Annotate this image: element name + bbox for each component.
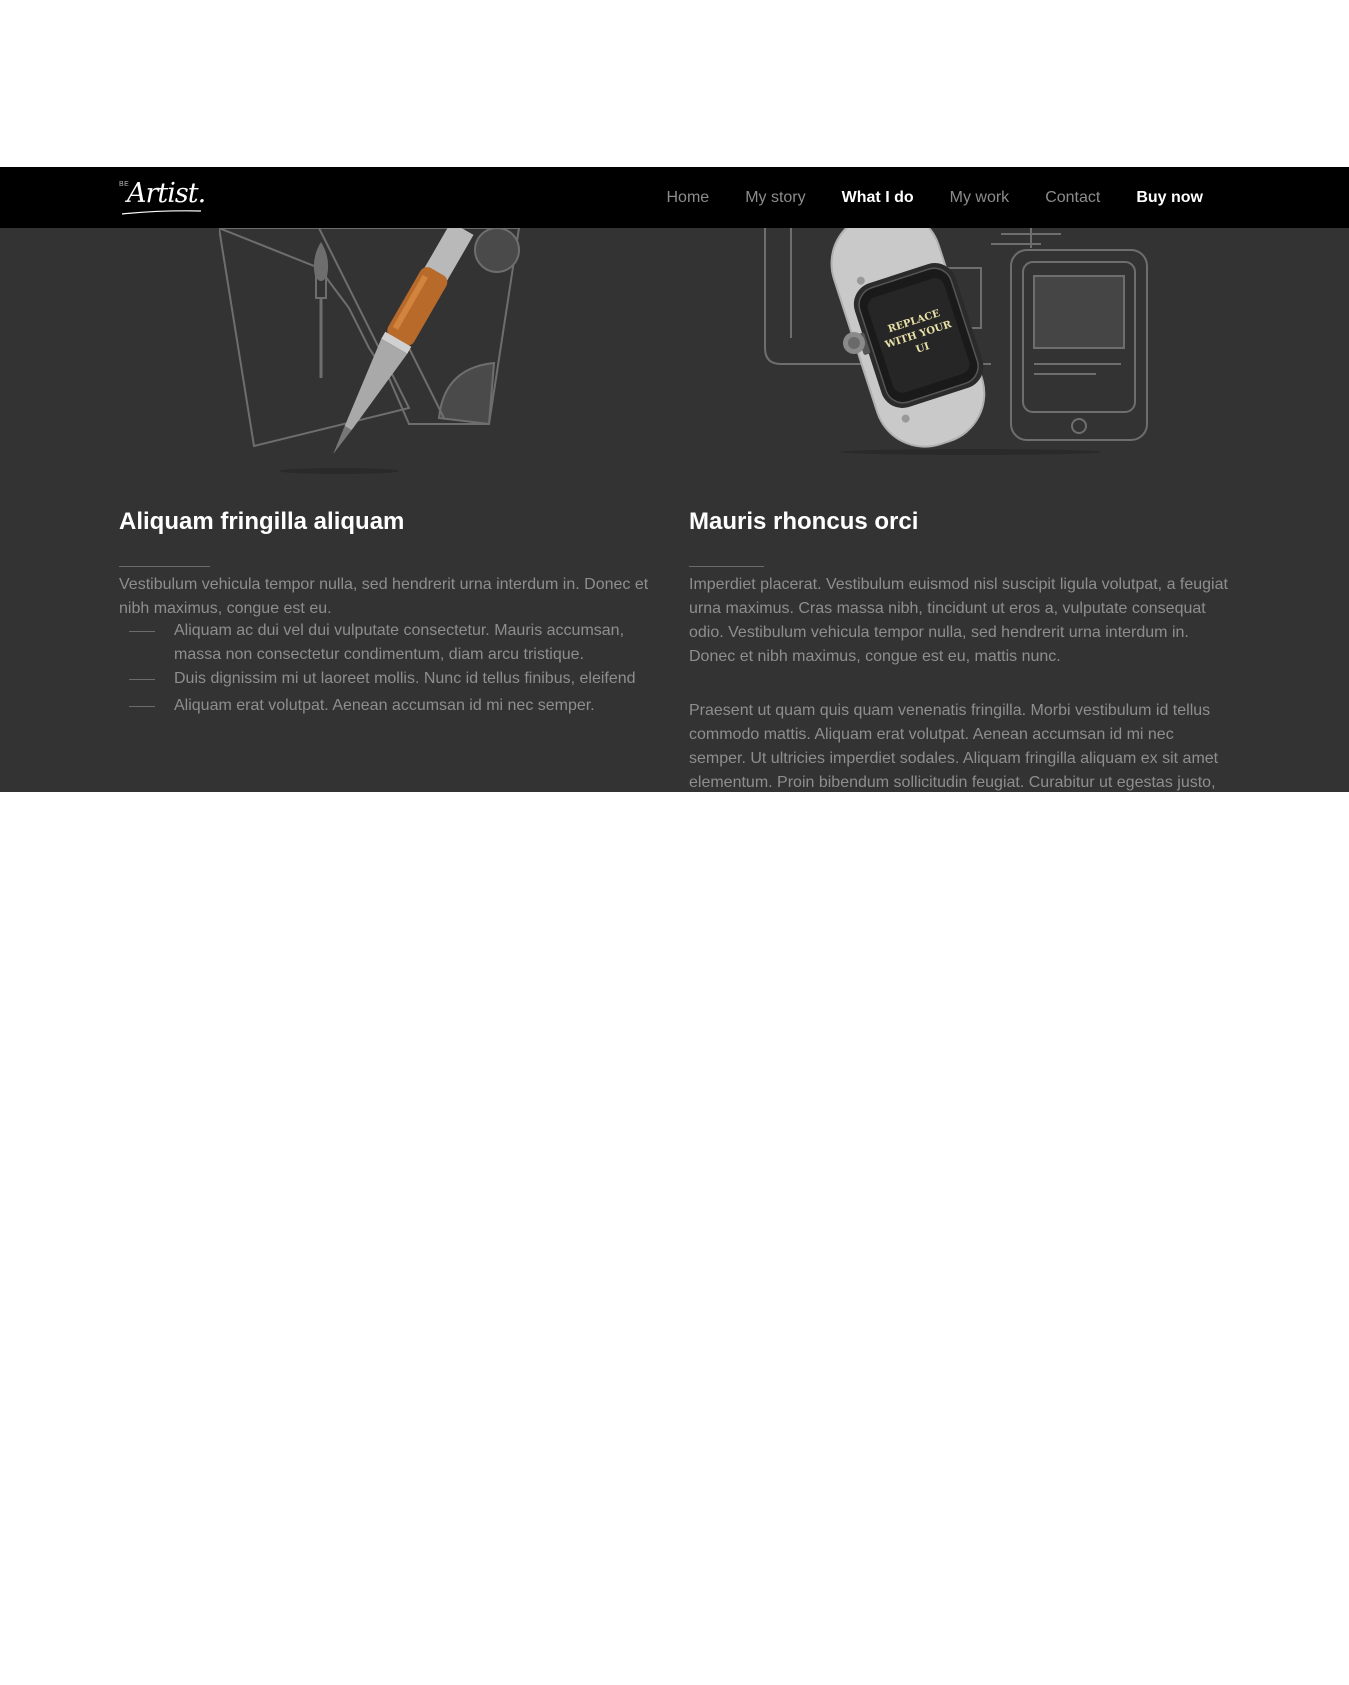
list-item: Aliquam ac dui vel dui vulputate consect…	[119, 619, 664, 667]
pen-illustration	[219, 228, 521, 474]
list-item: Aliquam erat volutpat. Aenean accumsan i…	[119, 694, 664, 718]
nav-home[interactable]: Home	[667, 189, 710, 207]
left-intro: Vestibulum vehicula tempor nulla, sed he…	[119, 576, 649, 617]
left-heading: Aliquam fringilla aliquam	[119, 508, 405, 535]
dash-icon	[129, 679, 155, 680]
nav-buy-now[interactable]: Buy now	[1136, 189, 1203, 207]
dash-icon	[129, 631, 155, 632]
left-bullet-list: Aliquam ac dui vel dui vulputate consect…	[119, 619, 664, 718]
logo[interactable]: BE Artist.	[119, 177, 206, 217]
right-divider	[689, 566, 764, 567]
list-item: Duis dignissim mi ut laoreet mollis. Nun…	[119, 667, 664, 691]
logo-underline	[121, 210, 202, 215]
logo-text: Artist.	[127, 178, 206, 209]
left-divider	[119, 566, 210, 567]
devices-illustration: REPLACE WITH YOUR UI	[764, 228, 1148, 455]
right-heading: Mauris rhoncus orci	[689, 508, 919, 535]
navbar: BE Artist. Home My story What I do My wo…	[0, 167, 1349, 228]
nav-my-story[interactable]: My story	[745, 189, 805, 207]
nav-contact[interactable]: Contact	[1045, 189, 1100, 207]
what-i-do-section: Aliquam fringilla aliquam Vestibulum veh…	[0, 228, 1349, 792]
dash-icon	[129, 706, 155, 707]
main-nav: Home My story What I do My work Contact …	[631, 167, 1204, 228]
right-paragraph-1: Imperdiet placerat. Vestibulum euismod n…	[689, 576, 1228, 665]
nav-my-work[interactable]: My work	[950, 189, 1010, 207]
nav-what-i-do[interactable]: What I do	[842, 189, 914, 207]
right-paragraph-2: Praesent ut quam quis quam venenatis fri…	[689, 702, 1219, 791]
